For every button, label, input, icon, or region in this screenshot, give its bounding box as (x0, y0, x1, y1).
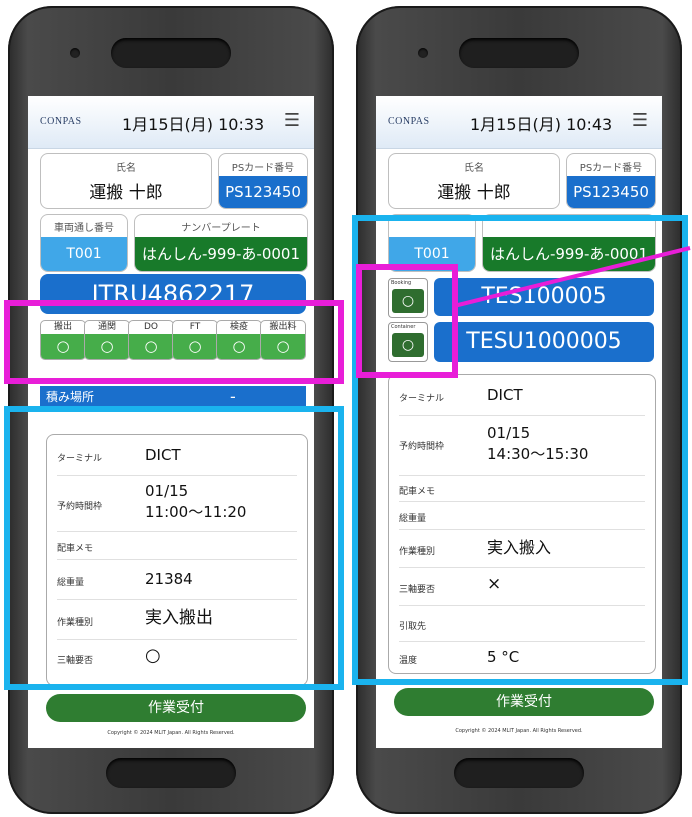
copyright: Copyright © 2024 MLIT Japan. All Rights … (455, 728, 583, 734)
header-datetime: 1月15日(月) 10:43 (470, 115, 613, 134)
home-button[interactable] (106, 758, 236, 788)
status-row-highlight (4, 300, 344, 384)
ps-card-value: PS123450 (567, 176, 655, 208)
ps-card-label: PSカード番号 (231, 163, 295, 174)
accept-work-button[interactable]: 作業受付 (46, 694, 306, 722)
driver-name-box: 氏名 運搬 十郎 (388, 153, 560, 209)
left-detail-highlight (4, 406, 344, 690)
speaker-slot (111, 38, 231, 68)
magenta-callout-line (453, 246, 691, 308)
plate-box: ナンバープレート はんしん-999-あ-0001 (134, 214, 308, 272)
driver-name-label: 氏名 (464, 163, 484, 174)
driver-name-box: 氏名 運搬 十郎 (40, 153, 212, 209)
header-datetime: 1月15日(月) 10:33 (122, 115, 265, 134)
driver-name-value: 運搬 十郎 (437, 183, 511, 203)
hamburger-menu-icon[interactable]: ☰ (284, 110, 300, 131)
speaker-slot (459, 38, 579, 68)
conpas-logo: CONPAS (40, 116, 82, 127)
vehicle-number-box: 車両通し番号 T001 (40, 214, 128, 272)
vehicle-number-label: 車両通し番号 (54, 223, 114, 234)
driver-name-label: 氏名 (116, 163, 136, 174)
vehicle-number-value: T001 (41, 237, 127, 271)
plate-value: はんしん-999-あ-0001 (135, 237, 307, 271)
booking-container-status-highlight (356, 264, 458, 378)
plate-label: ナンバープレート (181, 223, 261, 234)
camera-icon (418, 48, 428, 58)
conpas-logo: CONPAS (388, 116, 430, 127)
app-header: CONPAS 1月15日(月) 10:33 ☰ (28, 96, 314, 149)
hamburger-menu-icon[interactable]: ☰ (632, 110, 648, 131)
driver-name-value: 運搬 十郎 (89, 183, 163, 203)
ps-card-value: PS123450 (219, 176, 307, 208)
ps-card-box: PSカード番号 PS123450 (218, 153, 308, 209)
camera-icon (70, 48, 80, 58)
ps-card-box: PSカード番号 PS123450 (566, 153, 656, 209)
loading-place-label: 積み場所 (46, 390, 95, 404)
home-button[interactable] (454, 758, 584, 788)
app-header: CONPAS 1月15日(月) 10:43 ☰ (376, 96, 662, 149)
accept-work-button[interactable]: 作業受付 (394, 688, 654, 716)
loading-place-bar: 積み場所 - (40, 386, 306, 408)
ps-card-label: PSカード番号 (579, 163, 643, 174)
loading-place-value: - (230, 387, 236, 406)
copyright: Copyright © 2024 MLIT Japan. All Rights … (107, 730, 235, 736)
